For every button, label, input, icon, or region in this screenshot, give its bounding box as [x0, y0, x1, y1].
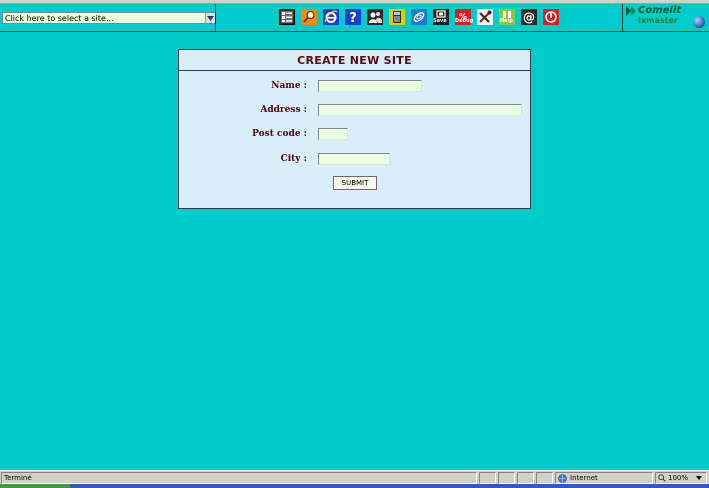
- status-cell: [479, 472, 496, 484]
- status-text: Terminé: [4, 474, 32, 482]
- create-site-panel: CREATE NEW SITE Name : Address : Post co…: [178, 49, 531, 209]
- debug-icon[interactable]: %: [455, 9, 471, 25]
- zone-cell: Internet: [555, 472, 653, 484]
- svg-text:?: ?: [349, 11, 357, 25]
- name-field[interactable]: [318, 80, 422, 92]
- comelit-mark-icon: [626, 6, 636, 16]
- address-field[interactable]: [318, 104, 522, 116]
- globe-icon: [558, 473, 567, 483]
- address-label: Address :: [260, 105, 307, 115]
- phone-icon[interactable]: [389, 9, 405, 25]
- logo-product: Ixmaster: [638, 16, 678, 25]
- panel-header: CREATE NEW SITE: [179, 50, 530, 71]
- postcode-label: Post code :: [252, 129, 307, 139]
- zoom-icon: [658, 474, 666, 482]
- status-bar: Terminé Internet 100%: [0, 470, 709, 484]
- city-field[interactable]: [318, 153, 390, 165]
- toolbar-divider: [622, 4, 623, 32]
- submit-button[interactable]: SUBMIT: [333, 176, 377, 190]
- status-text-cell: Terminé: [1, 472, 477, 484]
- site-select-value: Click here to select a site...: [5, 13, 114, 23]
- postcode-field[interactable]: [318, 128, 348, 140]
- ie-icon[interactable]: [323, 9, 339, 25]
- zoom-level: 100%: [668, 474, 689, 482]
- zone-text: Internet: [570, 474, 598, 482]
- site-select[interactable]: Click here to select a site...: [2, 12, 216, 24]
- email-icon[interactable]: @: [521, 9, 537, 25]
- globe-icon: [693, 16, 705, 28]
- svg-text:%: %: [459, 12, 467, 21]
- list-icon[interactable]: [279, 9, 295, 25]
- help-book-icon[interactable]: [499, 9, 515, 25]
- chevron-down-icon[interactable]: [205, 13, 215, 23]
- status-cell: [536, 472, 553, 484]
- taskbar-edge: [0, 484, 709, 488]
- help-icon[interactable]: ?: [345, 9, 361, 25]
- status-cell: [517, 472, 534, 484]
- toolbar-divider: [215, 4, 216, 32]
- tools-icon[interactable]: [477, 9, 493, 25]
- logo-brand: Comelit: [638, 5, 682, 16]
- chevron-down-icon[interactable]: [696, 476, 703, 480]
- status-cell: [498, 472, 515, 484]
- users-icon[interactable]: [367, 9, 383, 25]
- name-label: Name :: [271, 81, 307, 91]
- power-icon[interactable]: [543, 9, 559, 25]
- page-title: CREATE NEW SITE: [297, 53, 412, 67]
- save-icon[interactable]: [433, 9, 449, 25]
- city-label: City :: [280, 154, 307, 164]
- svg-text:@: @: [523, 11, 535, 25]
- search-icon[interactable]: [301, 9, 317, 25]
- start-button-edge: [0, 484, 70, 488]
- link-icon[interactable]: [411, 9, 427, 25]
- comelit-logo: Comelit Ixmaster: [624, 5, 707, 29]
- zoom-control[interactable]: 100%: [655, 472, 707, 484]
